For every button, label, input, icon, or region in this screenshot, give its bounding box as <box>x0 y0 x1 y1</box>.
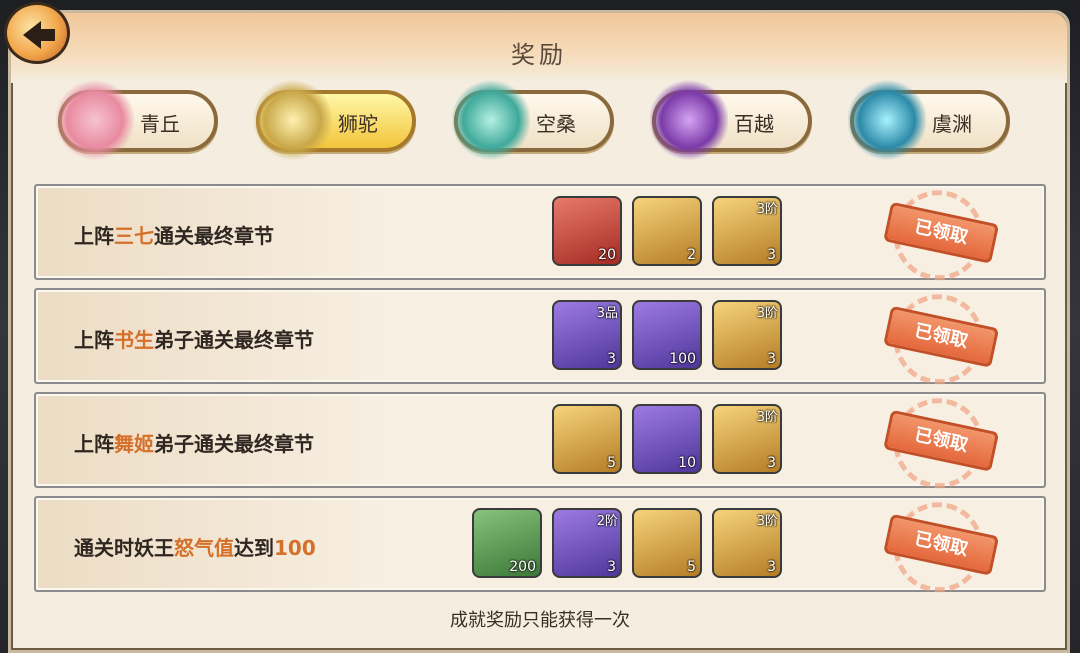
tab-shituo[interactable]: 狮驼 <box>254 80 416 160</box>
tab-label: 青丘 <box>140 112 180 136</box>
tab-yuyuan[interactable]: 虞渊 <box>848 80 1010 160</box>
flame-leaf-icon[interactable]: 3品 3 <box>552 300 622 370</box>
tree-spirit-icon <box>452 80 530 160</box>
crystal-icon[interactable]: 20 <box>552 196 622 266</box>
achievement-text: 上阵书生弟子通关最终章节 <box>74 328 314 352</box>
tab-kongsang[interactable]: 空桑 <box>452 80 614 160</box>
claimed-stamp: 已领取 <box>880 389 1014 497</box>
logs-icon[interactable]: 3阶 3 <box>712 404 782 474</box>
abyss-orb-icon <box>848 80 926 160</box>
tab-label: 百越 <box>734 112 774 136</box>
fox-icon <box>56 80 134 160</box>
tab-label: 空桑 <box>536 112 576 136</box>
jade-hook-icon[interactable]: 200 <box>472 508 542 578</box>
coin-icon[interactable]: 5 <box>552 404 622 474</box>
talisman-icon[interactable]: 100 <box>632 300 702 370</box>
achievement-text: 通关时妖王怒气值达到100 <box>74 536 316 560</box>
achievement-row: 上阵舞姬弟子通关最终章节 5 10 3阶 3 已领取 <box>34 389 1046 497</box>
claimed-stamp: 已领取 <box>880 285 1014 393</box>
ingot-chest-icon[interactable]: 3阶 3 <box>712 300 782 370</box>
achievement-row: 上阵书生弟子通关最终章节 3品 3 100 3阶 3 已领取 <box>34 285 1046 393</box>
essence-drop-icon[interactable]: 5 <box>632 508 702 578</box>
tab-label: 狮驼 <box>338 112 378 136</box>
crate-icon[interactable]: 3阶 3 <box>712 196 782 266</box>
footer-note: 成就奖励只能获得一次 <box>450 610 630 631</box>
tab-baiyue[interactable]: 百越 <box>650 80 812 160</box>
tab-label: 虞渊 <box>932 112 972 136</box>
region-tabs: 青丘 狮驼 空桑 百越 虞渊 <box>56 80 1018 160</box>
book-stack-icon[interactable]: 3阶 3 <box>712 508 782 578</box>
back-arrow-icon <box>23 21 55 49</box>
scroll-bundle-icon[interactable]: 2阶 3 <box>552 508 622 578</box>
gem-shard-icon[interactable]: 10 <box>632 404 702 474</box>
lion-icon <box>254 80 332 160</box>
achievement-row: 通关时妖王怒气值达到100 200 2阶 3 5 3阶 3 已领取 <box>34 493 1046 601</box>
achievement-row: 上阵三七通关最终章节 20 2 3阶 3 已领取 <box>34 181 1046 289</box>
back-button[interactable] <box>4 2 70 64</box>
orb-icon[interactable]: 2 <box>632 196 702 266</box>
tab-qingqiu[interactable]: 青丘 <box>56 80 218 160</box>
achievement-text: 上阵三七通关最终章节 <box>74 224 274 248</box>
panel-title: 奖励 <box>511 41 567 69</box>
claimed-stamp: 已领取 <box>880 493 1014 601</box>
demon-totem-icon <box>650 80 728 160</box>
achievement-text: 上阵舞姬弟子通关最终章节 <box>74 432 314 456</box>
claimed-stamp: 已领取 <box>880 181 1014 289</box>
